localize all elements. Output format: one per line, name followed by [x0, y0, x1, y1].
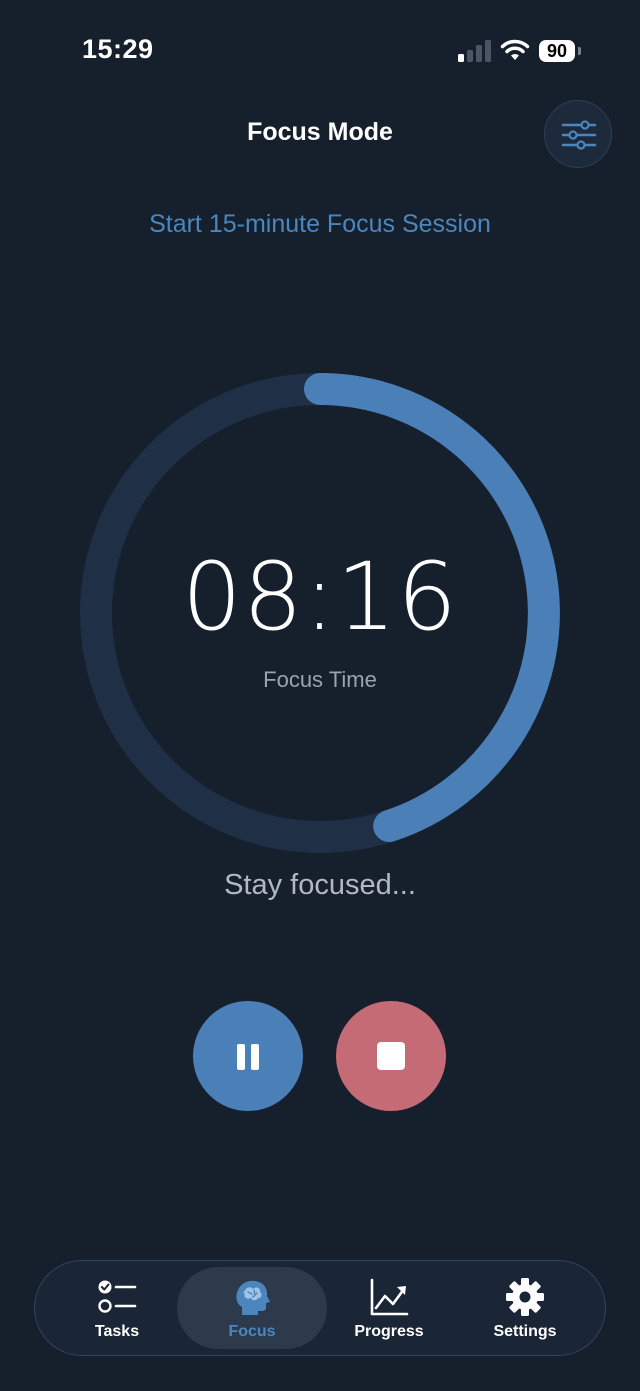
battery-tip	[578, 47, 581, 55]
status-bar: 15:29 90	[0, 0, 640, 100]
brain-icon	[236, 1280, 270, 1315]
wifi-icon	[500, 39, 530, 60]
sliders-icon	[561, 120, 597, 150]
tab-progress-label: Progress	[354, 1323, 424, 1340]
battery-indicator: 90	[539, 40, 575, 62]
status-time: 15:29	[82, 34, 154, 64]
chart-icon	[370, 1278, 409, 1316]
tab-tasks[interactable]: Tasks	[42, 1261, 192, 1355]
stop-icon	[377, 1042, 405, 1070]
filter-settings-button[interactable]	[544, 100, 612, 168]
tab-tasks-label: Tasks	[94, 1323, 140, 1340]
timer-display: 08:16	[182, 543, 458, 652]
pause-icon	[237, 1044, 259, 1070]
tab-focus[interactable]: Focus	[177, 1261, 327, 1355]
motivation-text: Stay focused...	[224, 869, 416, 901]
start-session-link[interactable]: Start 15-minute Focus Session	[0, 210, 640, 239]
pause-button[interactable]	[193, 1001, 303, 1111]
tab-progress[interactable]: Progress	[314, 1261, 464, 1355]
stop-button[interactable]	[336, 1001, 446, 1111]
tab-settings[interactable]: Settings	[450, 1261, 600, 1355]
checklist-icon	[98, 1280, 137, 1313]
tab-settings-label: Settings	[493, 1323, 557, 1340]
tab-focus-label: Focus	[228, 1323, 276, 1340]
gear-icon	[506, 1278, 544, 1316]
bottom-tab-bar: Tasks Focus Progress Settings	[34, 1260, 606, 1356]
timer-label: Focus Time	[263, 667, 377, 692]
cellular-signal-icon	[458, 40, 491, 62]
